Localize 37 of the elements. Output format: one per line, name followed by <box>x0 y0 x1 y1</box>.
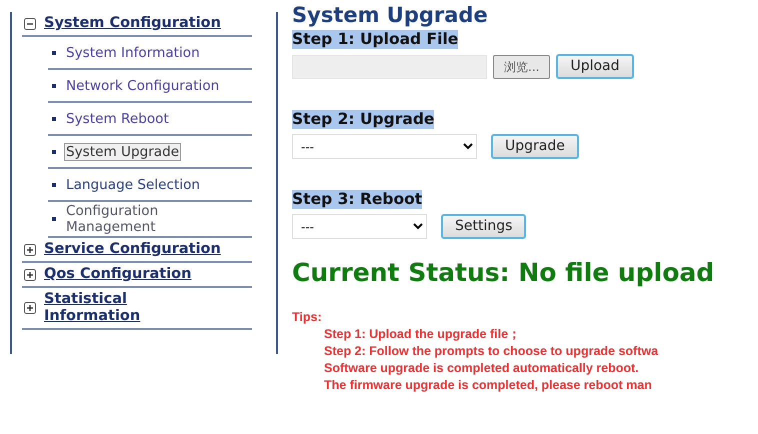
tip-line: Step 1: Upload the upgrade file； <box>324 326 522 343</box>
dropdown[interactable]: --- <box>292 214 427 239</box>
step-heading: Step 1: Upload File <box>292 30 458 49</box>
expand-icon[interactable] <box>24 244 36 256</box>
tips-label: Tips: <box>292 309 323 326</box>
bullet-icon <box>52 217 56 221</box>
dropdown[interactable]: --- <box>292 134 477 159</box>
step-heading: Step 3: Reboot <box>292 190 422 209</box>
step-heading: Step 2: Upgrade <box>292 110 434 129</box>
menu-item-link[interactable]: Network Configuration <box>64 76 222 94</box>
tip-line: Step 2: Follow the prompts to choose to upgrade softwa <box>324 343 660 360</box>
bullet-icon <box>52 84 56 88</box>
menu-item-link[interactable]: System Upgrade <box>64 142 182 160</box>
menu-item-link[interactable]: System Reboot <box>64 110 171 128</box>
expand-icon[interactable] <box>24 302 36 314</box>
collapse-icon[interactable] <box>24 18 36 30</box>
tip-line: The firmware upgrade is completed, please reboot man <box>324 377 653 394</box>
bullet-icon <box>52 150 56 154</box>
menu-item-link[interactable]: System Information <box>64 44 202 62</box>
tip-line: Software upgrade is completed automatically reboot. <box>324 360 640 377</box>
bullet-icon <box>52 116 56 120</box>
browse-button[interactable]: 浏览... <box>493 54 550 78</box>
menu-group-link[interactable]: Qos Configuration <box>44 266 192 283</box>
file-path-field[interactable] <box>292 54 487 78</box>
bullet-icon <box>52 50 56 54</box>
page-title: System Upgrade <box>292 3 489 27</box>
menu-item-link[interactable]: Configuration Management <box>64 202 194 236</box>
menu-group-link[interactable]: System Configuration <box>44 15 221 32</box>
action-button[interactable]: Settings <box>441 214 526 239</box>
menu-item-link[interactable]: Language Selection <box>64 176 202 194</box>
bullet-icon <box>52 182 56 186</box>
expand-icon[interactable] <box>24 268 36 280</box>
action-button[interactable]: Upgrade <box>491 134 579 159</box>
status-text: Current Status: No file upload <box>292 257 716 289</box>
upload-button[interactable]: Upload <box>556 54 634 79</box>
menu-group-link[interactable]: Statistical Information <box>44 291 154 325</box>
menu-group-link[interactable]: Service Configuration <box>44 241 221 258</box>
